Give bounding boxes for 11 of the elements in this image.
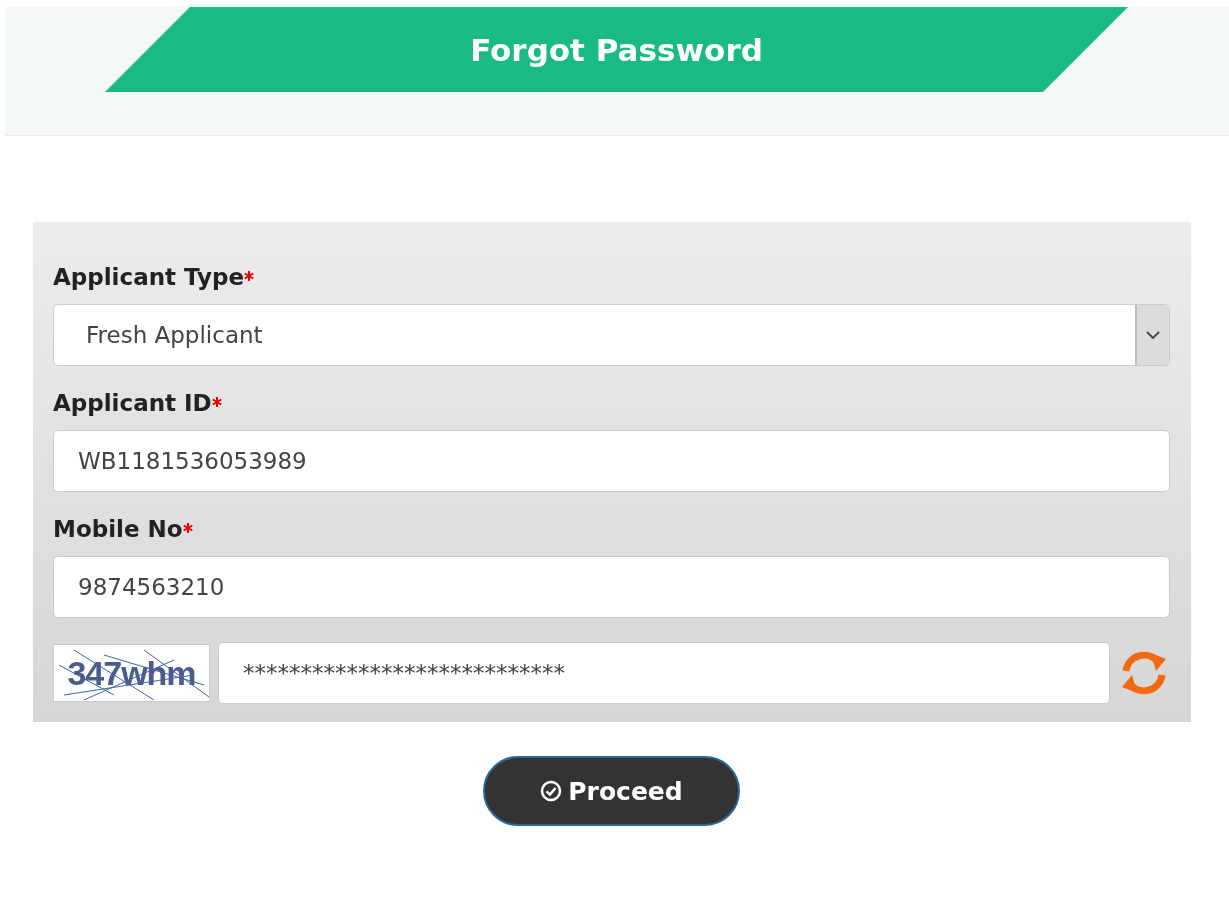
captcha-input-field[interactable]: ****************************	[218, 642, 1110, 704]
field-label: Applicant Type	[53, 264, 245, 290]
proceed-button[interactable]: Proceed	[483, 756, 740, 826]
select-dropdown[interactable]: Fresh Applicant	[53, 304, 1170, 366]
check-circle-icon	[540, 780, 563, 802]
text-input-field[interactable]: WB1181536053989	[53, 430, 1170, 492]
text-input-field[interactable]: 9874563210	[53, 556, 1170, 618]
chevron-down-icon	[1146, 331, 1160, 339]
page-title: Forgot Password	[470, 31, 763, 68]
field-label: Applicant ID	[53, 390, 212, 416]
field-label: Mobile No	[53, 516, 183, 542]
